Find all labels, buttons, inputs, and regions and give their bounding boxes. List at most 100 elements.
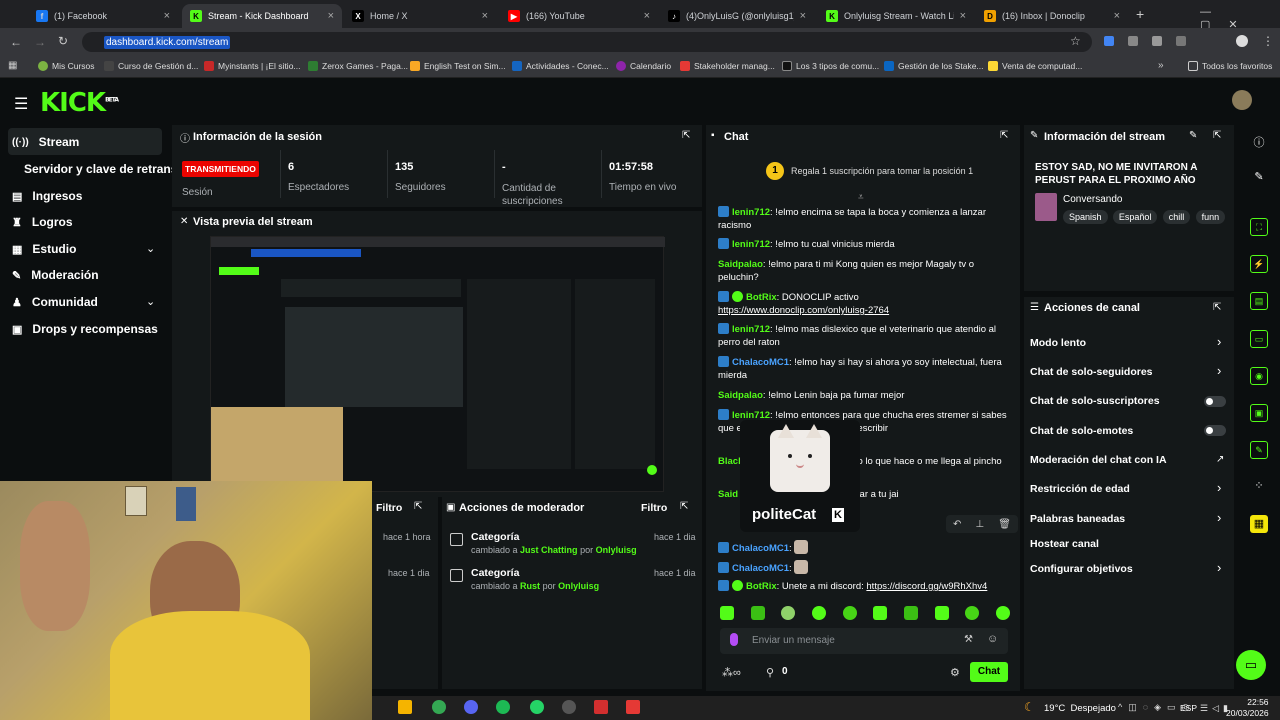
slow-mode-row[interactable]: Modo lento [1030, 337, 1086, 349]
configure-goals-row[interactable]: Configurar objetivos [1030, 563, 1133, 575]
whatsapp-icon[interactable] [530, 700, 544, 714]
tag[interactable]: Español [1112, 210, 1158, 224]
bookmark-item[interactable]: Myinstants | ¡El sitio... [204, 61, 301, 71]
chat-link[interactable]: https://discord.gg/w9RhXhv4 [866, 581, 987, 592]
emote-icon[interactable] [995, 606, 1010, 620]
sidebar-item-logros[interactable]: ♜ Logros [12, 215, 73, 229]
extension-icon[interactable] [1104, 36, 1114, 46]
menu-icon[interactable]: ⋮ [1262, 34, 1274, 48]
clip-icon[interactable]: ▦ [1250, 515, 1268, 533]
banned-words-row[interactable]: Palabras baneadas [1030, 513, 1125, 525]
monitor-icon[interactable]: ▣ [1250, 404, 1268, 422]
sidebar-item-comunidad[interactable]: ♟ Comunidad [12, 295, 98, 309]
app-icon[interactable] [626, 700, 640, 714]
delete-icon[interactable]: 🗑 [998, 519, 1011, 530]
bookmark-item[interactable]: Mis Cursos [38, 61, 95, 71]
popout-icon[interactable]: ⇱ [1000, 130, 1008, 141]
emotes-only-toggle[interactable] [1204, 425, 1226, 436]
bookmark-item[interactable]: Stakeholder manag... [680, 61, 775, 71]
app-icon[interactable] [562, 700, 576, 714]
sidebar-item-moderacion[interactable]: ✎ Moderación [12, 268, 99, 282]
chevron-right-icon[interactable]: › [1217, 510, 1221, 525]
chevron-right-icon[interactable]: › [1217, 363, 1221, 378]
close-icon[interactable]: × [164, 10, 170, 22]
bookmark-item[interactable]: Actividades - Conec... [512, 61, 609, 71]
profile-avatar[interactable] [1236, 35, 1248, 47]
chevron-right-icon[interactable]: › [1217, 560, 1221, 575]
info-icon[interactable]: ⓘ [1250, 134, 1268, 152]
emote-icon[interactable] [750, 606, 765, 620]
emote-icon[interactable] [873, 606, 888, 620]
kick-logo[interactable]: KICKBETA [40, 88, 119, 118]
cat-emote-icon[interactable] [794, 540, 809, 554]
subscribers-only-row[interactable]: Chat de solo-suscriptores [1030, 395, 1160, 407]
bookmark-star-icon[interactable]: ☆ [1070, 34, 1081, 48]
chevron-down-icon[interactable]: ⌄ [146, 242, 155, 255]
emote-icon[interactable] [842, 606, 857, 620]
filter-button[interactable]: Filtro [376, 502, 402, 514]
chevron-right-icon[interactable]: › [1217, 480, 1221, 495]
sidebar-item-drops[interactable]: ▣ Drops y recompensas [12, 322, 158, 336]
close-icon[interactable]: × [960, 10, 966, 22]
chat-fab-icon[interactable]: ▭ [1236, 650, 1266, 680]
popout-icon[interactable]: ⇱ [414, 501, 422, 512]
stream-preview-video[interactable] [210, 236, 665, 493]
new-tab-button[interactable]: + [1136, 6, 1144, 22]
url-input[interactable]: dashboard.kick.com/stream [82, 32, 1092, 52]
close-icon[interactable]: × [1114, 10, 1120, 22]
sidebar-item-server-key[interactable]: Servidor y clave de retransm [24, 162, 188, 176]
ai-moderation-row[interactable]: Moderación del chat con IA [1030, 454, 1167, 466]
emote-icon[interactable] [934, 606, 949, 620]
popout-icon[interactable]: ⇱ [1213, 130, 1221, 141]
send-chat-button[interactable]: Chat [970, 662, 1008, 682]
category-name[interactable]: Conversando [1063, 194, 1122, 205]
tab-x[interactable]: X Home / X × [344, 4, 496, 28]
external-link-icon[interactable]: ↗ [1216, 454, 1224, 465]
followers-only-row[interactable]: Chat de solo-seguidores [1030, 366, 1153, 378]
spotify-icon[interactable] [496, 700, 510, 714]
chat-link[interactable]: https://www.donoclip.com/onlyluisg-2764 [718, 305, 889, 316]
weather-text[interactable]: 19°C Despejado [1044, 703, 1116, 714]
sidebar-item-ingresos[interactable]: ▤ Ingresos [12, 189, 82, 203]
pin-icon[interactable]: ⊥ [975, 519, 984, 530]
emote-icon[interactable] [811, 606, 826, 620]
reload-icon[interactable]: ↻ [58, 34, 68, 48]
puzzle-icon[interactable] [1176, 36, 1186, 46]
app-icon[interactable] [594, 700, 608, 714]
chrome-icon[interactable] [432, 700, 446, 714]
emote-icon[interactable] [965, 606, 980, 620]
user-avatar[interactable] [1232, 90, 1252, 110]
lightning-icon[interactable]: ⚡ [1250, 255, 1268, 273]
hamburger-menu-icon[interactable]: ☰ [14, 94, 28, 114]
bookmark-item[interactable]: Curso de Gestión d... [104, 61, 198, 71]
tab-kick-watch[interactable]: K Onlyluisg Stream - Watch Live × [818, 4, 974, 28]
reply-icon[interactable]: ↶ [953, 519, 961, 530]
bookmark-item[interactable]: Zerox Games - Paga... [308, 61, 408, 71]
pinned-expand-icon[interactable]: ⩡ [858, 192, 864, 203]
tab-donoclip[interactable]: D (16) Inbox | Donoclip × [976, 4, 1128, 28]
bookmark-item[interactable]: Calendario [616, 61, 671, 71]
bookmark-item[interactable]: Gestión de los Stake... [884, 61, 984, 71]
bookmark-item[interactable]: Venta de computad... [988, 61, 1082, 71]
fullscreen-icon[interactable]: ⛶ [1250, 218, 1268, 236]
chat-icon[interactable]: ▭ [1250, 330, 1268, 348]
emote-icon[interactable] [781, 606, 796, 620]
extension-icon[interactable] [1152, 36, 1162, 46]
back-icon[interactable]: ← [10, 35, 22, 49]
filter-button[interactable]: Filtro [641, 502, 667, 514]
chevron-down-icon[interactable]: ⌄ [146, 295, 155, 308]
kick-emote-icon[interactable]: ⚒ [964, 634, 973, 645]
apps-grid-icon[interactable]: ▦ [8, 60, 17, 71]
gift-prompt[interactable]: Regala 1 suscripción para tomar la posic… [791, 166, 973, 176]
pencil-icon[interactable]: ✎ [1250, 170, 1268, 188]
extension-icon[interactable] [1128, 36, 1138, 46]
wrench-icon[interactable]: ✎ [1250, 441, 1268, 459]
gift-icon[interactable]: ⚲ [766, 666, 774, 679]
tag[interactable]: chill [1162, 210, 1191, 224]
file-explorer-icon[interactable] [398, 700, 412, 714]
bookmark-item[interactable]: English Test on Sim... [410, 61, 506, 71]
all-favorites[interactable]: Todos los favoritos [1188, 61, 1272, 71]
language-indicator[interactable]: ESP [1180, 703, 1197, 713]
smiley-icon[interactable]: ☺ [987, 633, 998, 645]
apps-icon[interactable]: ⁘ [1250, 479, 1268, 497]
